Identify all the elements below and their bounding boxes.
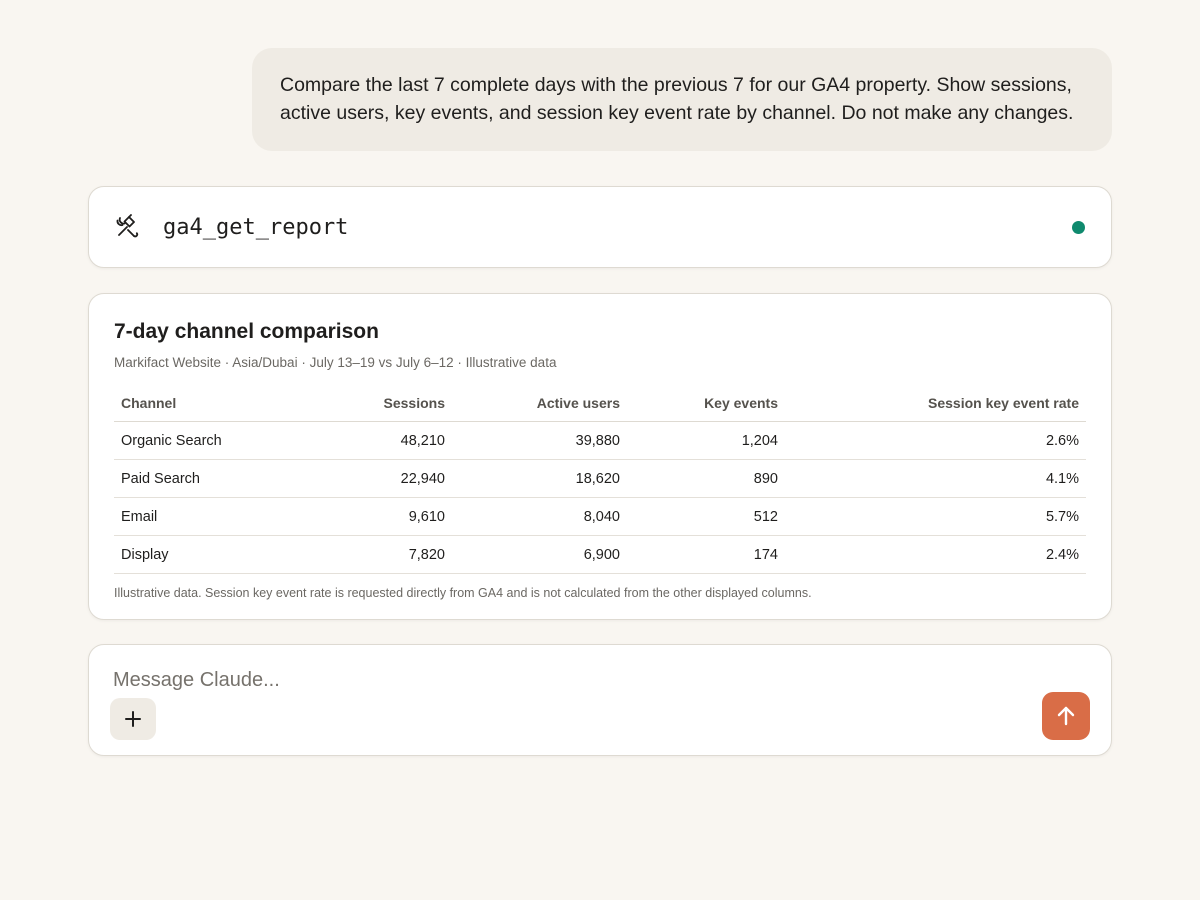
message-composer <box>88 644 1112 756</box>
tool-name: ga4_get_report <box>163 214 349 240</box>
user-message-bubble: Compare the last 7 complete days with th… <box>252 48 1112 151</box>
hammer-wrench-icon <box>113 213 141 241</box>
cell-sessions: 7,820 <box>286 535 452 574</box>
cell-sessions: 22,940 <box>286 459 452 498</box>
cell-session-key-event-rate: 2.4% <box>785 535 1086 574</box>
arrow-up-icon <box>1054 704 1078 728</box>
column-header-active-users: Active users <box>452 385 627 422</box>
cell-channel: Organic Search <box>114 421 286 460</box>
table-row: Email 9,610 8,040 512 5.7% <box>114 497 1086 536</box>
tool-call-card[interactable]: ga4_get_report <box>88 186 1112 268</box>
cell-active-users: 18,620 <box>452 459 627 498</box>
report-title: 7-day channel comparison <box>114 320 379 343</box>
column-header-session-key-event-rate: Session key event rate <box>785 385 1086 422</box>
cell-key-events: 1,204 <box>627 421 785 460</box>
message-input[interactable] <box>113 665 1013 695</box>
add-attachment-button[interactable] <box>110 698 156 740</box>
table-header-row: Channel Sessions Active users Key events… <box>114 385 1086 422</box>
cell-channel: Email <box>114 497 286 536</box>
cell-channel: Display <box>114 535 286 574</box>
cell-active-users: 6,900 <box>452 535 627 574</box>
cell-session-key-event-rate: 5.7% <box>785 497 1086 536</box>
report-footnote: Illustrative data. Session key event rat… <box>114 586 812 600</box>
column-header-channel: Channel <box>114 385 286 422</box>
cell-key-events: 174 <box>627 535 785 574</box>
cell-active-users: 39,880 <box>452 421 627 460</box>
table-row: Paid Search 22,940 18,620 890 4.1% <box>114 459 1086 498</box>
column-header-key-events: Key events <box>627 385 785 422</box>
cell-channel: Paid Search <box>114 459 286 498</box>
cell-session-key-event-rate: 2.6% <box>785 421 1086 460</box>
tool-status-dot <box>1072 220 1085 234</box>
cell-sessions: 48,210 <box>286 421 452 460</box>
cell-key-events: 890 <box>627 459 785 498</box>
cell-session-key-event-rate: 4.1% <box>785 459 1086 498</box>
cell-active-users: 8,040 <box>452 497 627 536</box>
table-row: Organic Search 48,210 39,880 1,204 2.6% <box>114 421 1086 460</box>
user-message-text: Compare the last 7 complete days with th… <box>280 74 1074 124</box>
report-card: 7-day channel comparison Markifact Websi… <box>88 293 1112 620</box>
column-header-sessions: Sessions <box>286 385 452 422</box>
cell-sessions: 9,610 <box>286 497 452 536</box>
report-subtitle: Markifact Website · Asia/Dubai · July 13… <box>114 355 557 370</box>
send-button[interactable] <box>1042 692 1090 740</box>
table-row: Display 7,820 6,900 174 2.4% <box>114 535 1086 574</box>
cell-key-events: 512 <box>627 497 785 536</box>
plus-icon <box>123 709 143 729</box>
report-table: Channel Sessions Active users Key events… <box>114 385 1086 574</box>
